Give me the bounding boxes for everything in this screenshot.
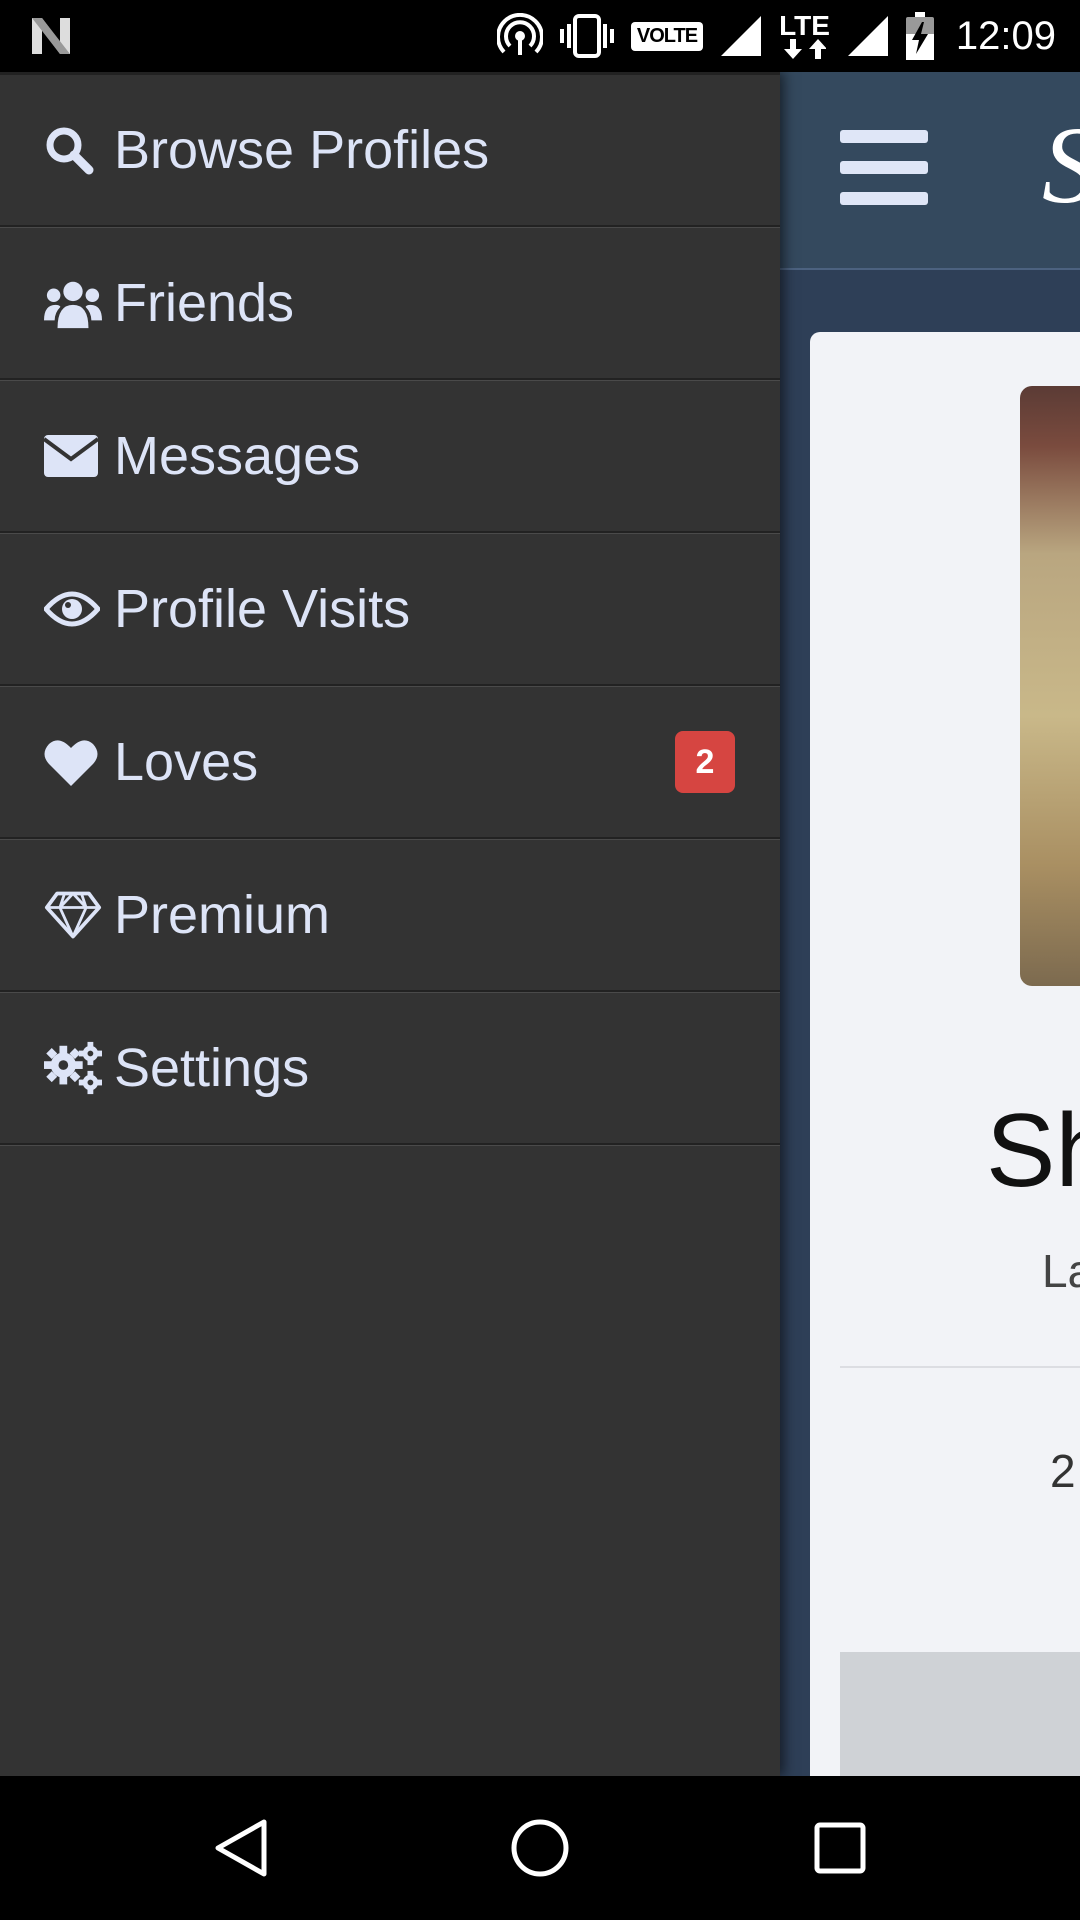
- notification-badge: 2: [675, 731, 735, 793]
- system-nav-bar: [0, 1776, 1080, 1920]
- signal-icon: [719, 14, 763, 58]
- menu-item-messages[interactable]: Messages: [0, 381, 780, 534]
- navigation-drawer: Browse Profiles Friends Messages Profile…: [0, 72, 780, 1776]
- back-icon[interactable]: [210, 1816, 274, 1880]
- menu-item-friends[interactable]: Friends: [0, 228, 780, 381]
- heart-icon: [44, 734, 102, 790]
- menu-item-browse-profiles[interactable]: Browse Profiles: [0, 72, 780, 228]
- home-icon[interactable]: [508, 1816, 572, 1880]
- battery-charging-icon: [905, 12, 934, 60]
- menu-item-label: Loves: [114, 732, 259, 792]
- status-bar: VOLTE LTE 12:09: [0, 0, 1080, 72]
- menu-item-label: Profile Visits: [114, 579, 411, 639]
- vibrate-icon: [559, 14, 615, 58]
- profile-section-block: [840, 1652, 1080, 1776]
- users-icon: [44, 275, 102, 331]
- diamond-icon: [44, 887, 102, 943]
- app-logo: S: [1042, 102, 1080, 229]
- volte-label: VOLTE: [630, 21, 704, 51]
- volte-icon: VOLTE: [630, 21, 704, 51]
- profile-subtitle: La: [1042, 1245, 1080, 1297]
- menu-item-label: Browse Profiles: [114, 120, 490, 180]
- lte-icon: LTE: [779, 10, 830, 59]
- menu-item-label: Friends: [114, 273, 295, 333]
- lte-label: LTE: [779, 10, 830, 41]
- profile-name: Sh: [986, 1093, 1080, 1209]
- menu-item-profile-visits[interactable]: Profile Visits: [0, 534, 780, 687]
- n-logo-icon: [30, 16, 72, 61]
- recents-icon[interactable]: [808, 1816, 872, 1880]
- menu-item-label: Settings: [114, 1038, 310, 1098]
- divider: [840, 1366, 1080, 1368]
- hamburger-menu-icon[interactable]: [840, 130, 928, 223]
- menu-item-label: Messages: [114, 426, 361, 486]
- menu-item-loves[interactable]: Loves 2: [0, 687, 780, 840]
- menu-item-label: Premium: [114, 885, 331, 945]
- profile-stat: 2: [1050, 1445, 1076, 1497]
- search-icon: [44, 122, 102, 178]
- gears-icon: [44, 1040, 102, 1096]
- menu-item-premium[interactable]: Premium: [0, 840, 780, 993]
- envelope-icon: [44, 428, 102, 484]
- hotspot-icon: [496, 13, 543, 59]
- profile-card: Sh La 2: [810, 332, 1080, 1776]
- clock: 12:09: [955, 13, 1056, 58]
- profile-photo[interactable]: [1020, 386, 1080, 986]
- eye-icon: [44, 581, 102, 637]
- menu-item-settings[interactable]: Settings: [0, 993, 780, 1146]
- signal-icon: [846, 14, 890, 58]
